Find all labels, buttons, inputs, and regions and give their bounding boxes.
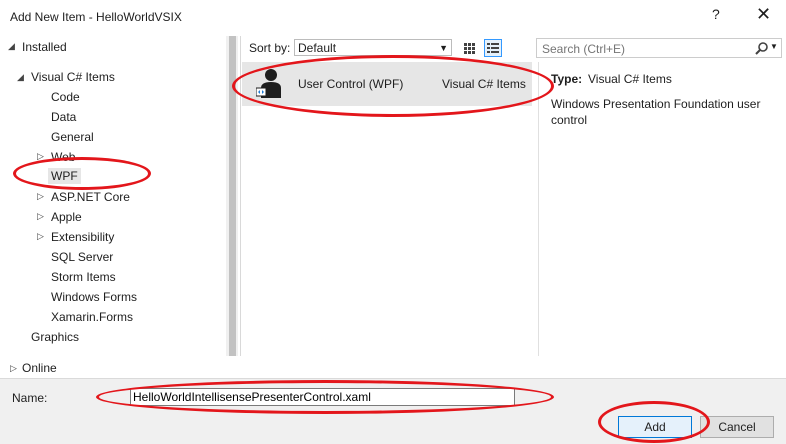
tree-item-storm-items[interactable]: Storm Items: [51, 270, 116, 284]
expand-icon[interactable]: ▷: [37, 211, 44, 222]
window-title: Add New Item - HelloWorldVSIX: [10, 10, 182, 24]
list-view-button[interactable]: [484, 39, 502, 57]
type-value: Visual C# Items: [588, 72, 672, 86]
medium-icons-view-button[interactable]: [460, 39, 478, 57]
sort-bar: Sort by: Default ▼: [242, 36, 532, 60]
tree-item-graphics[interactable]: Graphics: [31, 330, 79, 344]
tree-item-data[interactable]: Data: [51, 110, 76, 124]
chevron-down-icon: ▼: [439, 43, 448, 53]
name-label: Name:: [12, 391, 48, 405]
sort-dropdown[interactable]: Default ▼: [294, 39, 452, 56]
template-category: Visual C# Items: [442, 77, 526, 91]
tree-item-general[interactable]: General: [51, 130, 94, 144]
tree-item-apple[interactable]: Apple: [51, 210, 82, 224]
description-text: Windows Presentation Foundation user con…: [551, 97, 761, 127]
grid-icon: [464, 43, 475, 54]
list-icon: [487, 43, 499, 53]
tree-item-extensibility[interactable]: Extensibility: [51, 230, 114, 244]
user-control-icon: [256, 69, 281, 98]
name-input[interactable]: [131, 389, 514, 405]
bottom-bar: Name: Add Cancel: [0, 378, 786, 444]
description-panel: Type: Visual C# Items Windows Presentati…: [538, 62, 783, 356]
add-button[interactable]: Add: [618, 416, 692, 438]
search-box[interactable]: ▼: [536, 38, 782, 58]
name-field[interactable]: [130, 388, 515, 406]
collapse-icon[interactable]: ◢: [8, 41, 15, 52]
category-tree: ◢ Installed ◢ Visual C# Items Code Data …: [0, 36, 241, 356]
online-row[interactable]: ▷ Online: [0, 358, 240, 378]
tree-item-wpf[interactable]: WPF: [48, 168, 81, 184]
type-label: Type:: [551, 72, 583, 86]
tree-item-web[interactable]: Web: [51, 150, 75, 164]
expand-icon[interactable]: ▷: [37, 191, 44, 202]
tree-item-sql-server[interactable]: SQL Server: [51, 250, 113, 264]
tree-item-windows-forms[interactable]: Windows Forms: [51, 290, 137, 304]
help-button[interactable]: ?: [712, 6, 720, 22]
template-name: User Control (WPF): [298, 77, 404, 91]
expand-icon[interactable]: ▷: [37, 151, 44, 162]
search-icon: [755, 42, 768, 55]
tree-item-xamarin-forms[interactable]: Xamarin.Forms: [51, 310, 133, 324]
cancel-button[interactable]: Cancel: [700, 416, 774, 438]
tree-item-installed[interactable]: Installed: [22, 40, 67, 54]
template-item[interactable]: User Control (WPF) Visual C# Items: [242, 62, 532, 106]
sort-value: Default: [298, 41, 337, 55]
close-button[interactable]: ✕: [756, 4, 771, 25]
expand-icon[interactable]: ▷: [37, 231, 44, 242]
collapse-icon[interactable]: ◢: [17, 72, 24, 83]
tree-item-aspnet-core[interactable]: ASP.NET Core: [51, 190, 130, 204]
template-list: User Control (WPF) Visual C# Items: [242, 62, 532, 356]
tree-scrollbar-thumb[interactable]: [229, 36, 236, 356]
title-bar: Add New Item - HelloWorldVSIX ? ✕: [0, 0, 786, 36]
sort-label: Sort by:: [249, 41, 291, 55]
tree-item-online[interactable]: Online: [22, 361, 57, 375]
search-input[interactable]: [540, 41, 744, 57]
expand-icon[interactable]: ▷: [10, 363, 17, 374]
chevron-down-icon[interactable]: ▼: [770, 42, 778, 51]
tree-item-visual-csharp[interactable]: Visual C# Items: [31, 70, 115, 84]
tree-item-code[interactable]: Code: [51, 90, 80, 104]
